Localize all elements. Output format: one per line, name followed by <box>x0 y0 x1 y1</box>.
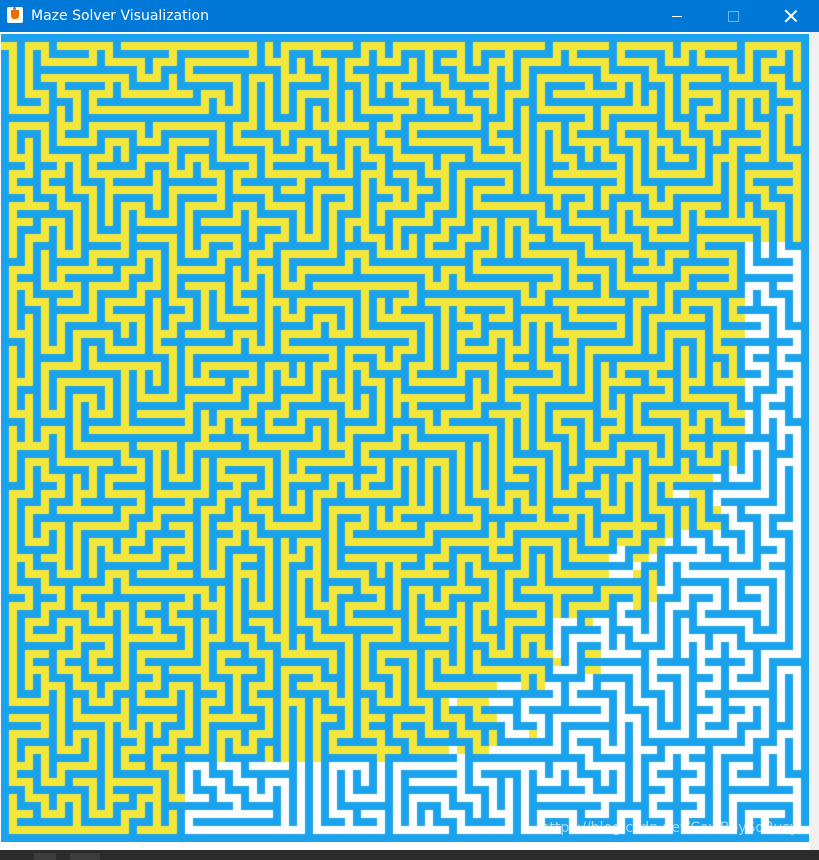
minimize-icon <box>672 15 682 17</box>
close-icon <box>784 9 798 23</box>
minimize-button[interactable] <box>654 0 700 32</box>
window-title: Maze Solver Visualization <box>31 8 209 24</box>
maze-canvas-area: https://blog.csdn.net/CowBoySoBusy <box>0 32 810 850</box>
watermark-text: https://blog.csdn.net/CowBoySoBusy <box>540 820 798 836</box>
close-button[interactable] <box>768 0 814 32</box>
app-window: Maze Solver Visualization https://blog.c… <box>0 0 819 860</box>
title-bar[interactable]: Maze Solver Visualization <box>0 0 819 32</box>
maximize-icon <box>727 10 739 22</box>
window-bottom-frame <box>0 850 819 860</box>
maze-canvas <box>1 34 809 842</box>
maximize-button[interactable] <box>710 0 756 32</box>
java-cup-icon[interactable] <box>7 7 23 23</box>
